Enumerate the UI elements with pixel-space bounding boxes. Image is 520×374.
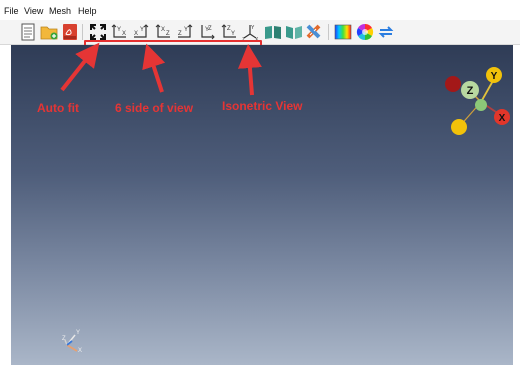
view-zy-button[interactable]: Z Y <box>219 22 239 42</box>
axis-label: Y <box>184 27 188 33</box>
menu-mesh[interactable]: Mesh <box>49 6 71 17</box>
color-bar-button[interactable] <box>333 22 353 42</box>
axis-label: X <box>255 37 259 42</box>
clipping-tool-icon <box>306 24 321 39</box>
view-zx-button[interactable]: Y Z <box>175 22 195 42</box>
auto-fit-icon <box>90 24 106 40</box>
color-wheel-button[interactable] <box>355 22 375 42</box>
menu-help[interactable]: Help <box>78 6 97 17</box>
view-zx-icon: Y Z <box>178 24 193 38</box>
corner-z-label: Z <box>62 336 66 342</box>
refresh-icon <box>378 26 394 38</box>
clipping-tool-button[interactable] <box>304 22 324 42</box>
refresh-button[interactable] <box>376 22 396 42</box>
x-axis-label: X <box>499 113 506 124</box>
view-yz-icon: Y Z <box>201 25 215 40</box>
menu-bar: File View Mesh Help <box>0 0 520 20</box>
color-wheel-icon <box>356 23 374 41</box>
auto-fit-annotation: Auto fit <box>37 101 79 115</box>
six-views-annotation: 6 side of view <box>115 101 194 115</box>
neg-z-handle[interactable] <box>475 99 487 111</box>
toolbar-separator <box>82 24 83 40</box>
view-xy-icon: Y X <box>111 24 126 38</box>
open-folder-icon <box>40 26 58 40</box>
corner-x-label: X <box>78 348 82 354</box>
axis-label: Z <box>178 31 182 37</box>
toolbar: Y X Y X X Z Y Z Y Z Z Y Z X Y <box>0 20 520 64</box>
axis-label: X <box>134 31 138 37</box>
axis-label: Y <box>140 27 144 33</box>
orientation-widget[interactable]: Z Y X <box>439 65 513 145</box>
open-book-back-button[interactable] <box>284 22 304 42</box>
color-bar-icon <box>334 24 352 40</box>
neg-x-handle[interactable] <box>445 76 461 92</box>
axis-label: Y <box>231 31 235 37</box>
open-book-icon <box>265 26 281 39</box>
view-yx-icon: Y X <box>134 24 149 38</box>
export-pdf-button[interactable] <box>60 22 80 42</box>
toolbar-separator <box>328 24 329 40</box>
axis-label: Y <box>251 25 255 31</box>
axis-label: X <box>161 27 165 33</box>
view-xz-icon: X Z <box>155 24 170 38</box>
isometric-view-button[interactable]: Z X Y <box>240 22 260 42</box>
axis-label: Y <box>117 27 121 33</box>
new-file-button[interactable] <box>18 22 38 42</box>
isometric-view-icon: Z X Y <box>242 25 259 42</box>
axis-label: Z <box>242 37 245 42</box>
new-file-icon <box>21 23 35 41</box>
view-yz-button[interactable]: Y Z <box>197 22 217 42</box>
view-zy-icon: Z Y <box>221 24 236 38</box>
open-folder-button[interactable] <box>39 22 59 42</box>
y-axis-label: Y <box>491 71 498 82</box>
axis-label: Z <box>208 26 212 32</box>
menu-view[interactable]: View <box>24 6 43 17</box>
isometric-annotation: Isonetric View <box>222 99 303 113</box>
view-xz-button[interactable]: X Z <box>153 22 173 42</box>
neg-y-handle[interactable] <box>451 119 467 135</box>
axis-label: X <box>122 31 126 37</box>
export-pdf-icon <box>63 24 77 40</box>
view-xy-button[interactable]: Y X <box>109 22 129 42</box>
open-book-button[interactable] <box>263 22 283 42</box>
corner-axes-triad: Y Z X <box>62 330 82 354</box>
view-yx-button[interactable]: Y X <box>131 22 151 42</box>
corner-y-label: Y <box>76 330 80 336</box>
3d-viewport[interactable]: Z Y X Y Z X <box>11 45 513 365</box>
menu-file[interactable]: File <box>4 6 19 17</box>
open-book-back-icon <box>286 26 302 39</box>
auto-fit-button[interactable] <box>88 22 108 42</box>
axis-label: Z <box>166 31 170 37</box>
z-axis-label: Z <box>467 85 474 97</box>
